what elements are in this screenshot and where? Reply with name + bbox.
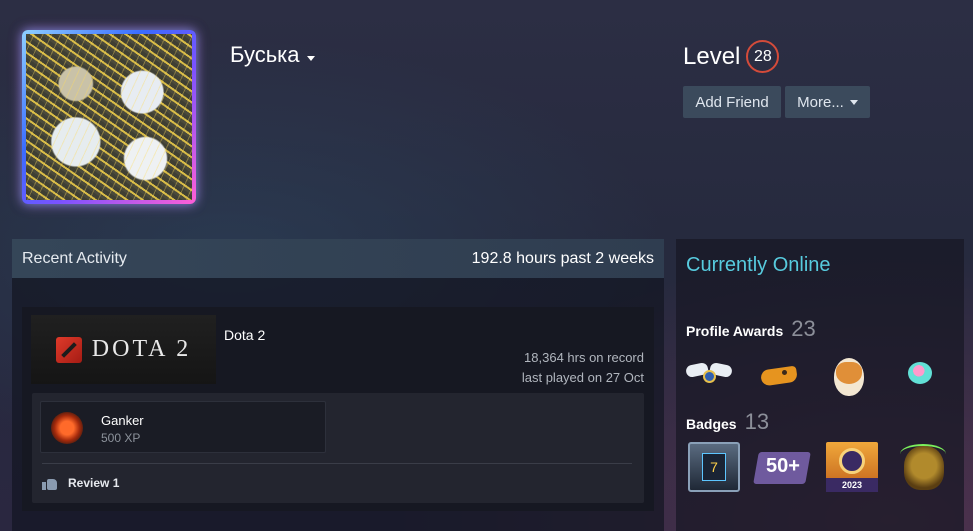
- more-button-label: More...: [797, 93, 844, 111]
- winged-coin-award-icon[interactable]: [684, 354, 734, 396]
- achievement-xp: 500 XP: [101, 431, 141, 445]
- profile-awards-header[interactable]: Profile Awards 23: [686, 316, 816, 342]
- lightning-spark: [900, 444, 946, 464]
- creature-body: [760, 365, 798, 387]
- review-label: Review 1: [68, 476, 120, 490]
- years-of-service-badge-icon[interactable]: 7: [688, 442, 740, 492]
- recent-activity-title[interactable]: Recent Activity: [22, 250, 127, 268]
- years-of-service-value: 7: [702, 453, 726, 481]
- steam-replay-badge-icon[interactable]: 2023: [826, 442, 878, 492]
- game-capsule[interactable]: DOTA 2: [31, 315, 216, 384]
- level-badge[interactable]: 28: [746, 40, 780, 73]
- flower-award-icon[interactable]: [896, 354, 942, 396]
- level-label: Level: [683, 42, 741, 70]
- game-entry: DOTA 2 Dota 2 18,364 hrs on record last …: [22, 307, 654, 511]
- avatar[interactable]: [22, 30, 196, 204]
- badges-count: 13: [744, 409, 770, 434]
- coin: [703, 370, 716, 383]
- ganker-achievement-icon: [51, 412, 83, 444]
- flower-blob: [908, 362, 932, 384]
- golden-helmet-badge-icon[interactable]: [898, 442, 950, 492]
- creature-eye: [782, 370, 787, 375]
- right-sidebar: Currently Online Profile Awards 23 Badge…: [676, 239, 964, 531]
- more-button[interactable]: More...: [785, 86, 870, 118]
- recent-activity-hours: 192.8 hours past 2 weeks: [471, 249, 654, 267]
- thumbs-up-icon: [42, 477, 58, 490]
- chevron-down-icon[interactable]: [306, 55, 315, 61]
- persona-name[interactable]: Буська: [230, 42, 315, 68]
- cat-head: [836, 362, 862, 384]
- game-capsule-text: DOTA 2: [91, 336, 192, 362]
- steam-replay-year: 2023: [826, 478, 878, 492]
- last-played: last played on 27 Oct: [521, 370, 644, 385]
- games-owned-value: 50+: [766, 455, 800, 477]
- game-name[interactable]: Dota 2: [224, 327, 265, 343]
- recent-activity-header: Recent Activity 192.8 hours past 2 weeks: [12, 239, 664, 278]
- games-owned-badge-icon[interactable]: 50+: [753, 442, 811, 492]
- level-display: Level 28: [683, 40, 780, 73]
- achievement-name: Ganker: [101, 413, 144, 428]
- orange-creature-award-icon[interactable]: [756, 354, 802, 396]
- persona-name-text: Буська: [230, 42, 300, 67]
- divider: [42, 463, 632, 464]
- online-status: Currently Online: [686, 254, 831, 276]
- recent-activity-panel: Recent Activity 192.8 hours past 2 weeks…: [12, 239, 664, 531]
- add-friend-button[interactable]: Add Friend: [683, 86, 781, 118]
- achievement-card[interactable]: Ganker 500 XP: [40, 401, 326, 453]
- badges-header[interactable]: Badges 13: [686, 409, 769, 435]
- profile-awards-count: 23: [791, 316, 816, 341]
- review-link[interactable]: Review 1: [42, 476, 119, 490]
- dota-logo-icon: [55, 336, 82, 363]
- cat-egg-award-icon[interactable]: [826, 354, 872, 396]
- profile-awards-label: Profile Awards: [686, 323, 784, 339]
- badges-label: Badges: [686, 416, 737, 432]
- hours-on-record: 18,364 hrs on record: [524, 350, 644, 365]
- game-stats: 18,364 hrs on record last played on 27 O…: [522, 348, 644, 388]
- avatar-image: [26, 34, 192, 200]
- chevron-down-icon: [849, 99, 858, 105]
- steam-disc: [839, 448, 865, 474]
- game-details: Ganker 500 XP Review 1: [32, 393, 644, 503]
